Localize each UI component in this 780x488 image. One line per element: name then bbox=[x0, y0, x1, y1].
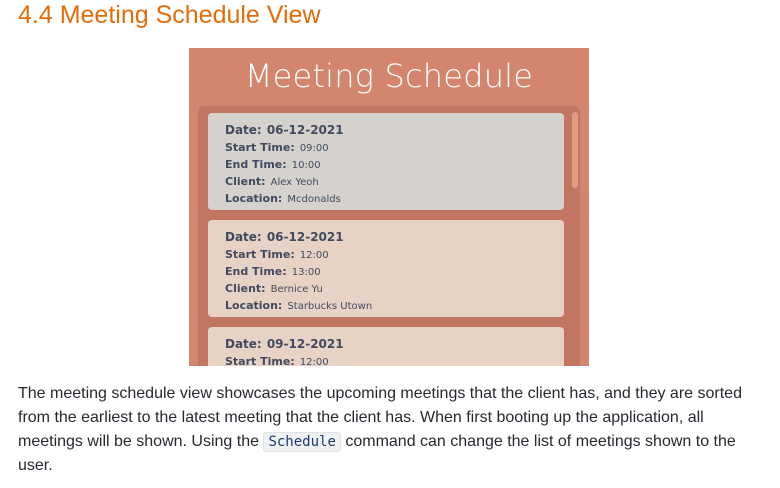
meeting-date-row: Date: 06-12-2021 bbox=[225, 227, 564, 244]
date-label: Date: bbox=[225, 123, 262, 137]
end-time-value: 10:00 bbox=[291, 160, 321, 171]
meeting-card[interactable]: Date: 06-12-2021 Start Time: 09:00 End T… bbox=[208, 113, 564, 210]
meeting-start-row: Start Time: 12:00 bbox=[225, 351, 564, 366]
meeting-start-row: Start Time: 09:00 bbox=[225, 137, 564, 154]
start-time-value: 09:00 bbox=[299, 143, 329, 154]
location-label: Location: bbox=[225, 299, 283, 312]
meeting-client-row: Client: Alex Yeoh bbox=[225, 171, 564, 188]
date-value: 09-12-2021 bbox=[266, 337, 344, 351]
location-label: Location: bbox=[225, 192, 283, 205]
client-value: Bernice Yu bbox=[270, 284, 323, 295]
app-title: Meeting Schedule bbox=[244, 57, 534, 95]
client-label: Client: bbox=[225, 282, 266, 295]
end-time-label: End Time: bbox=[225, 158, 287, 171]
start-time-value: 12:00 bbox=[299, 250, 329, 261]
meeting-card[interactable]: Date: 06-12-2021 Start Time: 12:00 End T… bbox=[208, 220, 564, 317]
location-value: Mcdonalds bbox=[287, 194, 341, 205]
section-heading: 4.4 Meeting Schedule View bbox=[18, 1, 321, 29]
start-time-value: 12:00 bbox=[299, 357, 329, 366]
meeting-schedule-screenshot: Meeting Schedule Date: 06-12-2021 Start … bbox=[189, 48, 589, 366]
end-time-value: 13:00 bbox=[291, 267, 321, 278]
meeting-date-row: Date: 06-12-2021 bbox=[225, 120, 564, 137]
start-time-label: Start Time: bbox=[225, 355, 295, 366]
date-value: 06-12-2021 bbox=[266, 123, 344, 137]
date-label: Date: bbox=[225, 230, 262, 244]
schedule-command-code: Schedule bbox=[263, 432, 341, 452]
start-time-label: Start Time: bbox=[225, 248, 295, 261]
start-time-label: Start Time: bbox=[225, 141, 295, 154]
meeting-end-row: End Time: 10:00 bbox=[225, 154, 564, 171]
meeting-card[interactable]: Date: 09-12-2021 Start Time: 12:00 bbox=[208, 327, 564, 366]
client-label: Client: bbox=[225, 175, 266, 188]
end-time-label: End Time: bbox=[225, 265, 287, 278]
scrollbar-thumb[interactable] bbox=[572, 112, 578, 188]
date-label: Date: bbox=[225, 337, 262, 351]
meeting-client-row: Client: Bernice Yu bbox=[225, 278, 564, 295]
meeting-location-row: Location: Mcdonalds bbox=[225, 188, 564, 205]
meeting-end-row: End Time: 13:00 bbox=[225, 261, 564, 278]
description-paragraph: The meeting schedule view showcases the … bbox=[18, 382, 768, 478]
date-value: 06-12-2021 bbox=[266, 230, 344, 244]
meeting-location-row: Location: Starbucks Utown bbox=[225, 295, 564, 312]
meeting-list[interactable]: Date: 06-12-2021 Start Time: 09:00 End T… bbox=[198, 106, 580, 366]
meeting-start-row: Start Time: 12:00 bbox=[225, 244, 564, 261]
location-value: Starbucks Utown bbox=[287, 301, 373, 312]
meeting-date-row: Date: 09-12-2021 bbox=[225, 334, 564, 351]
client-value: Alex Yeoh bbox=[270, 177, 319, 188]
